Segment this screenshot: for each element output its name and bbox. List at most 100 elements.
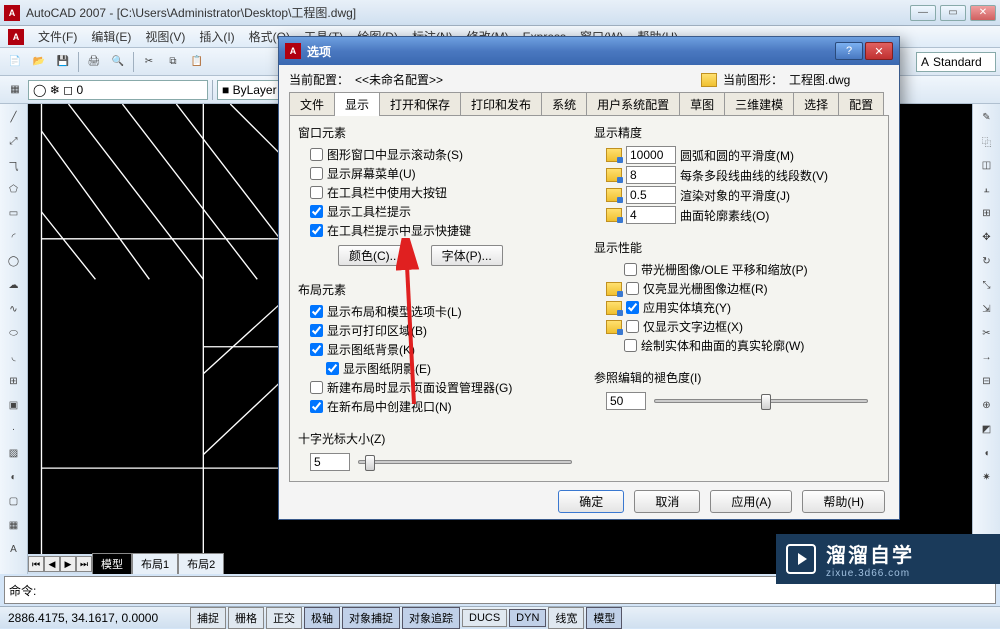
arc-smoothness-input[interactable] [626, 146, 676, 164]
erase-icon[interactable]: ✎ [976, 106, 998, 128]
gradient-icon[interactable]: ◐ [3, 466, 25, 488]
insert-icon[interactable]: ⊞ [3, 370, 25, 392]
chk-paperbg[interactable] [310, 343, 323, 356]
table-icon[interactable]: ▦ [3, 514, 25, 536]
crosshair-input[interactable] [310, 453, 350, 471]
tab-selection[interactable]: 选择 [793, 92, 839, 116]
chk-solidfill[interactable] [626, 301, 639, 314]
revcloud-icon[interactable]: ☁ [3, 274, 25, 296]
tab-first-icon[interactable]: ⏮ [28, 556, 44, 572]
menu-view[interactable]: 视图(V) [139, 26, 191, 47]
layer-combo[interactable]: ◯ ❄ ◻ 0 [28, 80, 208, 100]
spline-icon[interactable]: ∿ [3, 298, 25, 320]
dialog-close-icon[interactable]: ✕ [865, 42, 893, 60]
crosshair-slider[interactable] [358, 460, 572, 464]
chk-silhouette[interactable] [624, 339, 637, 352]
colors-button[interactable]: 颜色(C)... [338, 245, 411, 266]
tab-model[interactable]: 模型 [92, 553, 132, 574]
open-icon[interactable]: 📂 [28, 51, 50, 73]
tab-drafting[interactable]: 草图 [679, 92, 725, 116]
move-icon[interactable]: ✥ [976, 226, 998, 248]
offset-icon[interactable]: ⫠ [976, 178, 998, 200]
menu-insert[interactable]: 插入(I) [193, 26, 240, 47]
mtext-icon[interactable]: A [3, 538, 25, 560]
save-icon[interactable]: 💾 [52, 51, 74, 73]
close-button[interactable]: ✕ [970, 5, 996, 21]
chk-screenmenu[interactable] [310, 167, 323, 180]
tab-3dmodel[interactable]: 三维建模 [724, 92, 794, 116]
chk-scrollbars[interactable] [310, 148, 323, 161]
tab-system[interactable]: 系统 [541, 92, 587, 116]
print-icon[interactable]: 🖨 [83, 51, 105, 73]
line-icon[interactable]: ╱ [3, 106, 25, 128]
chk-tooltips[interactable] [310, 205, 323, 218]
circle-icon[interactable]: ◯ [3, 250, 25, 272]
chk-viewport[interactable] [310, 400, 323, 413]
polygon-icon[interactable]: ⬠ [3, 178, 25, 200]
copy2-icon[interactable]: ⿻ [976, 130, 998, 152]
extend-icon[interactable]: → [976, 346, 998, 368]
chk-papershadow[interactable] [326, 362, 339, 375]
hatch-icon[interactable]: ▨ [3, 442, 25, 464]
tab-prev-icon[interactable]: ◀ [44, 556, 60, 572]
chk-panzoom[interactable] [624, 263, 637, 276]
new-icon[interactable]: 📄 [4, 51, 26, 73]
ellipse-icon[interactable]: ⬭ [3, 322, 25, 344]
dialog-help-icon[interactable]: ? [835, 42, 863, 60]
arc-icon[interactable]: ◜ [3, 226, 25, 248]
dialog-titlebar[interactable]: A 选项 ? ✕ [279, 37, 899, 65]
tab-plot[interactable]: 打印和发布 [460, 92, 542, 116]
ok-button[interactable]: 确定 [558, 490, 624, 513]
tab-profiles[interactable]: 配置 [838, 92, 884, 116]
cut-icon[interactable]: ✂ [138, 51, 160, 73]
dyn-button[interactable]: DYN [509, 609, 546, 627]
xline-icon[interactable]: ⤢ [3, 130, 25, 152]
apply-button[interactable]: 应用(A) [710, 490, 792, 513]
chk-printable[interactable] [310, 324, 323, 337]
tab-userpref[interactable]: 用户系统配置 [586, 92, 680, 116]
menu-file[interactable]: 文件(F) [32, 26, 83, 47]
tab-display[interactable]: 显示 [334, 92, 380, 116]
chk-rasterframe[interactable] [626, 282, 639, 295]
cancel-button[interactable]: 取消 [634, 490, 700, 513]
chk-layouttabs[interactable] [310, 305, 323, 318]
chk-shortcuts[interactable] [310, 224, 323, 237]
mirror-icon[interactable]: ◫ [976, 154, 998, 176]
stretch-icon[interactable]: ⇲ [976, 298, 998, 320]
point-icon[interactable]: · [3, 418, 25, 440]
ellipsearc-icon[interactable]: ◟ [3, 346, 25, 368]
copy-icon[interactable]: ⧉ [162, 51, 184, 73]
style-combo[interactable]: A Standard [916, 52, 996, 72]
chk-textframe[interactable] [626, 320, 639, 333]
menu-edit[interactable]: 编辑(E) [85, 26, 137, 47]
fade-input[interactable] [606, 392, 646, 410]
block-icon[interactable]: ▣ [3, 394, 25, 416]
command-input[interactable] [40, 583, 991, 597]
tab-opensave[interactable]: 打开和保存 [379, 92, 461, 116]
maximize-button[interactable]: ▭ [940, 5, 966, 21]
join-icon[interactable]: ⊕ [976, 394, 998, 416]
chamfer-icon[interactable]: ◩ [976, 418, 998, 440]
layer-icon[interactable]: ▦ [4, 79, 26, 101]
fillet-icon[interactable]: ◖ [976, 442, 998, 464]
tab-layout2[interactable]: 布局2 [178, 553, 224, 574]
tab-layout1[interactable]: 布局1 [132, 553, 178, 574]
contour-lines-input[interactable] [626, 206, 676, 224]
scale-icon[interactable]: ⤡ [976, 274, 998, 296]
tab-last-icon[interactable]: ⏭ [76, 556, 92, 572]
fade-slider[interactable] [654, 399, 868, 403]
render-smooth-input[interactable] [626, 186, 676, 204]
ducs-button[interactable]: DUCS [462, 609, 507, 627]
preview-icon[interactable]: 🔍 [107, 51, 129, 73]
tab-files[interactable]: 文件 [289, 92, 335, 116]
region-icon[interactable]: ▢ [3, 490, 25, 512]
chk-pagesetup[interactable] [310, 381, 323, 394]
chk-bigbuttons[interactable] [310, 186, 323, 199]
rotate-icon[interactable]: ↻ [976, 250, 998, 272]
trim-icon[interactable]: ✂ [976, 322, 998, 344]
break-icon[interactable]: ⊟ [976, 370, 998, 392]
help-button[interactable]: 帮助(H) [802, 490, 885, 513]
minimize-button[interactable]: — [910, 5, 936, 21]
polyline-icon[interactable]: ⺄ [3, 154, 25, 176]
tab-next-icon[interactable]: ▶ [60, 556, 76, 572]
